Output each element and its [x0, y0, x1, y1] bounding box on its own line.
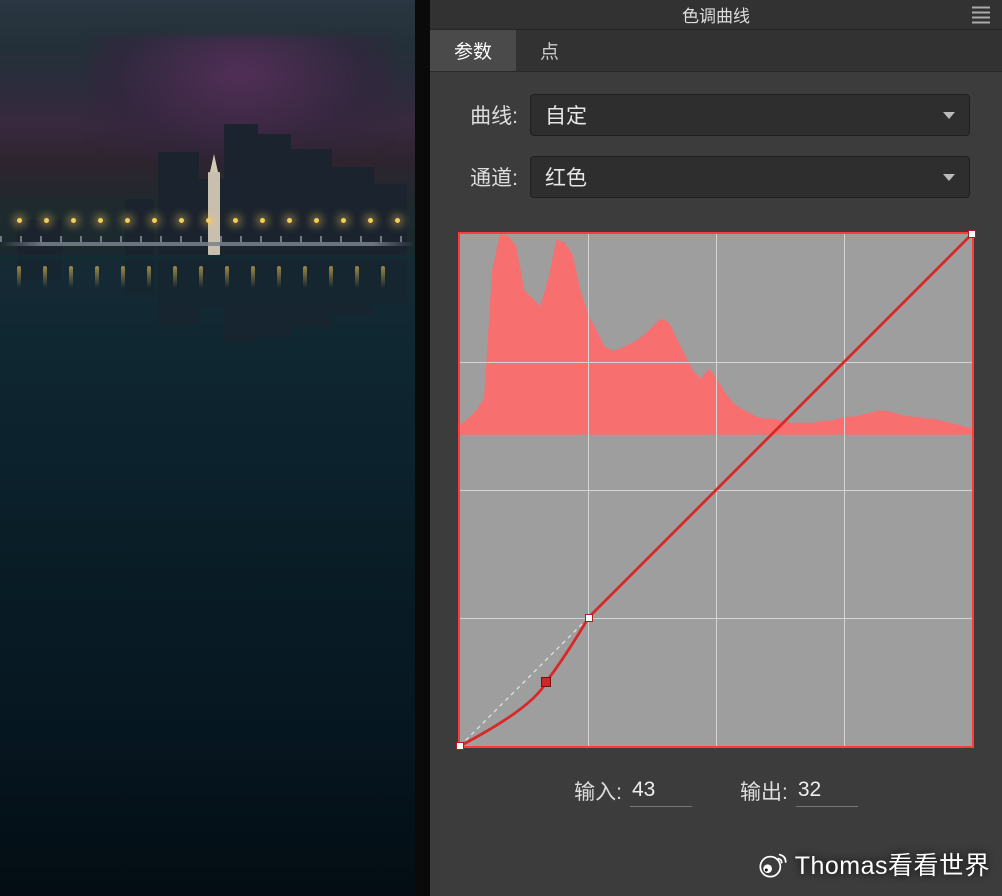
grid-line	[460, 618, 972, 619]
curve-point-highlight[interactable]	[968, 230, 976, 238]
light-reflection	[17, 266, 416, 296]
select-value: 自定	[545, 100, 587, 130]
panel-header: 色调曲线	[430, 0, 1002, 30]
tone-curve-panel: 色调曲线 参数 点 曲线: 自定 通道: 红色	[430, 0, 1002, 896]
curve-editor[interactable]	[458, 232, 974, 748]
curve-point-mid[interactable]	[585, 614, 593, 622]
tab-spacer	[583, 30, 1002, 71]
chevron-down-icon	[943, 112, 955, 119]
image-preview[interactable]	[0, 0, 415, 896]
bridge	[0, 242, 415, 246]
tab-bar: 参数 点	[430, 30, 1002, 72]
curve-label: 曲线:	[462, 100, 518, 130]
channel-label: 通道:	[462, 162, 518, 192]
panel-menu-icon[interactable]	[972, 6, 990, 23]
channel-select[interactable]: 红色	[530, 156, 970, 198]
tab-parametric[interactable]: 参数	[430, 30, 516, 71]
curve-point-active[interactable]	[541, 677, 551, 687]
city-lights	[17, 218, 416, 230]
io-readout: 输入: 输出:	[430, 748, 1002, 847]
panel-title: 色调曲线	[682, 2, 750, 27]
output-label: 输出:	[740, 776, 788, 806]
panel-divider[interactable]	[415, 0, 430, 896]
grid-line	[460, 362, 972, 363]
output-field[interactable]	[796, 774, 858, 807]
tab-label: 参数	[454, 37, 492, 64]
curve-select[interactable]: 自定	[530, 94, 970, 136]
tab-point[interactable]: 点	[516, 30, 583, 71]
city-skyline	[0, 103, 415, 255]
input-field[interactable]	[630, 774, 692, 807]
curve-point-shadow[interactable]	[456, 742, 464, 750]
chevron-down-icon	[943, 174, 955, 181]
select-value: 红色	[545, 162, 587, 192]
tab-label: 点	[540, 37, 559, 64]
input-label: 输入:	[574, 776, 622, 806]
curve-controls: 曲线: 自定 通道: 红色	[430, 72, 1002, 232]
grid-line	[460, 490, 972, 491]
